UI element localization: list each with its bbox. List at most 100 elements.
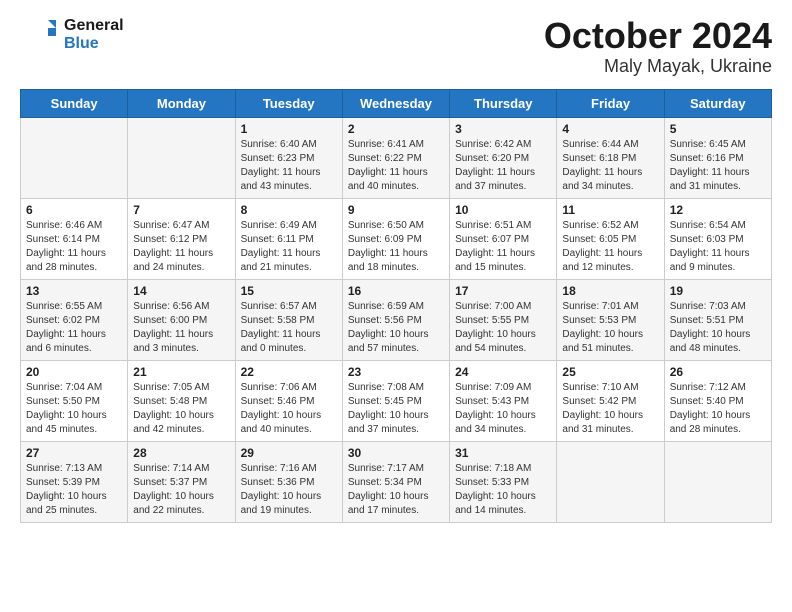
day-info: Sunrise: 7:06 AM Sunset: 5:46 PM Dayligh… [241,381,337,437]
day-info: Sunrise: 7:18 AM Sunset: 5:33 PM Dayligh… [455,462,551,518]
calendar-cell: 20 Sunrise: 7:04 AM Sunset: 5:50 PM Dayli… [21,360,128,441]
day-info: Sunrise: 6:47 AM Sunset: 6:12 PM Dayligh… [133,219,229,275]
day-info: Sunrise: 6:44 AM Sunset: 6:18 PM Dayligh… [562,138,658,194]
calendar-subtitle: Maly Mayak, Ukraine [544,56,772,77]
page: General Blue October 2024 Maly Mayak, Uk… [0,0,792,535]
day-number: 27 [26,446,122,460]
calendar-cell: 23 Sunrise: 7:08 AM Sunset: 5:45 PM Dayli… [342,360,449,441]
calendar-table: SundayMondayTuesdayWednesdayThursdayFrid… [20,89,772,523]
col-header-saturday: Saturday [664,89,771,117]
calendar-cell: 7 Sunrise: 6:47 AM Sunset: 6:12 PM Daylig… [128,198,235,279]
day-number: 15 [241,284,337,298]
calendar-cell: 22 Sunrise: 7:06 AM Sunset: 5:46 PM Dayli… [235,360,342,441]
day-info: Sunrise: 6:41 AM Sunset: 6:22 PM Dayligh… [348,138,444,194]
col-header-thursday: Thursday [450,89,557,117]
day-info: Sunrise: 7:00 AM Sunset: 5:55 PM Dayligh… [455,300,551,356]
day-info: Sunrise: 7:01 AM Sunset: 5:53 PM Dayligh… [562,300,658,356]
day-number: 22 [241,365,337,379]
day-number: 25 [562,365,658,379]
calendar-cell: 8 Sunrise: 6:49 AM Sunset: 6:11 PM Daylig… [235,198,342,279]
calendar-header-row: SundayMondayTuesdayWednesdayThursdayFrid… [21,89,772,117]
calendar-week-row: 6 Sunrise: 6:46 AM Sunset: 6:14 PM Daylig… [21,198,772,279]
calendar-cell: 11Sunrise: 6:52 AM Sunset: 6:05 PM Dayli… [557,198,664,279]
day-number: 1 [241,122,337,136]
day-info: Sunrise: 7:14 AM Sunset: 5:37 PM Dayligh… [133,462,229,518]
day-info: Sunrise: 7:08 AM Sunset: 5:45 PM Dayligh… [348,381,444,437]
day-info: Sunrise: 6:59 AM Sunset: 5:56 PM Dayligh… [348,300,444,356]
day-number: 19 [670,284,766,298]
day-info: Sunrise: 6:50 AM Sunset: 6:09 PM Dayligh… [348,219,444,275]
day-number: 23 [348,365,444,379]
calendar-cell: 25 Sunrise: 7:10 AM Sunset: 5:42 PM Dayli… [557,360,664,441]
calendar-cell: 12 Sunrise: 6:54 AM Sunset: 6:03 PM Dayli… [664,198,771,279]
calendar-cell: 17 Sunrise: 7:00 AM Sunset: 5:55 PM Dayli… [450,279,557,360]
day-number: 17 [455,284,551,298]
day-info: Sunrise: 7:03 AM Sunset: 5:51 PM Dayligh… [670,300,766,356]
col-header-tuesday: Tuesday [235,89,342,117]
calendar-cell: 14Sunrise: 6:56 AM Sunset: 6:00 PM Dayli… [128,279,235,360]
day-number: 12 [670,203,766,217]
day-info: Sunrise: 6:51 AM Sunset: 6:07 PM Dayligh… [455,219,551,275]
calendar-cell: 28 Sunrise: 7:14 AM Sunset: 5:37 PM Dayli… [128,441,235,522]
day-number: 3 [455,122,551,136]
day-info: Sunrise: 6:46 AM Sunset: 6:14 PM Dayligh… [26,219,122,275]
logo-general: General [64,17,124,35]
title-block: October 2024 Maly Mayak, Ukraine [544,16,772,77]
calendar-cell: 2 Sunrise: 6:41 AM Sunset: 6:22 PM Daylig… [342,117,449,198]
calendar-cell: 9Sunrise: 6:50 AM Sunset: 6:09 PM Daylig… [342,198,449,279]
calendar-cell [128,117,235,198]
day-number: 8 [241,203,337,217]
calendar-cell: 29Sunrise: 7:16 AM Sunset: 5:36 PM Dayli… [235,441,342,522]
calendar-cell: 10Sunrise: 6:51 AM Sunset: 6:07 PM Dayli… [450,198,557,279]
calendar-week-row: 20 Sunrise: 7:04 AM Sunset: 5:50 PM Dayli… [21,360,772,441]
calendar-cell: 5 Sunrise: 6:45 AM Sunset: 6:16 PM Daylig… [664,117,771,198]
logo-blue: Blue [64,35,124,53]
day-number: 26 [670,365,766,379]
col-header-friday: Friday [557,89,664,117]
day-info: Sunrise: 6:42 AM Sunset: 6:20 PM Dayligh… [455,138,551,194]
calendar-cell: 31 Sunrise: 7:18 AM Sunset: 5:33 PM Dayli… [450,441,557,522]
col-header-wednesday: Wednesday [342,89,449,117]
day-info: Sunrise: 6:40 AM Sunset: 6:23 PM Dayligh… [241,138,337,194]
day-number: 21 [133,365,229,379]
logo-svg [20,16,58,54]
calendar-cell: 27 Sunrise: 7:13 AM Sunset: 5:39 PM Dayli… [21,441,128,522]
day-info: Sunrise: 6:52 AM Sunset: 6:05 PM Dayligh… [562,219,658,275]
day-number: 5 [670,122,766,136]
day-number: 6 [26,203,122,217]
day-number: 7 [133,203,229,217]
day-number: 14 [133,284,229,298]
col-header-monday: Monday [128,89,235,117]
calendar-cell: 15 Sunrise: 6:57 AM Sunset: 5:58 PM Dayli… [235,279,342,360]
day-info: Sunrise: 6:57 AM Sunset: 5:58 PM Dayligh… [241,300,337,356]
day-number: 31 [455,446,551,460]
day-info: Sunrise: 7:13 AM Sunset: 5:39 PM Dayligh… [26,462,122,518]
calendar-cell: 26 Sunrise: 7:12 AM Sunset: 5:40 PM Dayli… [664,360,771,441]
calendar-cell: 19 Sunrise: 7:03 AM Sunset: 5:51 PM Dayli… [664,279,771,360]
day-info: Sunrise: 7:04 AM Sunset: 5:50 PM Dayligh… [26,381,122,437]
calendar-cell: 6 Sunrise: 6:46 AM Sunset: 6:14 PM Daylig… [21,198,128,279]
day-info: Sunrise: 7:05 AM Sunset: 5:48 PM Dayligh… [133,381,229,437]
day-info: Sunrise: 6:49 AM Sunset: 6:11 PM Dayligh… [241,219,337,275]
day-number: 2 [348,122,444,136]
day-info: Sunrise: 7:17 AM Sunset: 5:34 PM Dayligh… [348,462,444,518]
calendar-cell: 18Sunrise: 7:01 AM Sunset: 5:53 PM Dayli… [557,279,664,360]
day-info: Sunrise: 6:54 AM Sunset: 6:03 PM Dayligh… [670,219,766,275]
day-info: Sunrise: 7:16 AM Sunset: 5:36 PM Dayligh… [241,462,337,518]
calendar-cell: 16Sunrise: 6:59 AM Sunset: 5:56 PM Dayli… [342,279,449,360]
day-info: Sunrise: 7:09 AM Sunset: 5:43 PM Dayligh… [455,381,551,437]
day-number: 28 [133,446,229,460]
day-number: 20 [26,365,122,379]
day-info: Sunrise: 7:12 AM Sunset: 5:40 PM Dayligh… [670,381,766,437]
calendar-cell: 1 Sunrise: 6:40 AM Sunset: 6:23 PM Daylig… [235,117,342,198]
day-number: 24 [455,365,551,379]
day-info: Sunrise: 7:10 AM Sunset: 5:42 PM Dayligh… [562,381,658,437]
calendar-cell: 4Sunrise: 6:44 AM Sunset: 6:18 PM Daylig… [557,117,664,198]
calendar-cell [21,117,128,198]
calendar-cell: 30Sunrise: 7:17 AM Sunset: 5:34 PM Dayli… [342,441,449,522]
day-number: 13 [26,284,122,298]
col-header-sunday: Sunday [21,89,128,117]
day-info: Sunrise: 6:45 AM Sunset: 6:16 PM Dayligh… [670,138,766,194]
header: General Blue October 2024 Maly Mayak, Uk… [20,16,772,77]
calendar-cell: 13Sunrise: 6:55 AM Sunset: 6:02 PM Dayli… [21,279,128,360]
